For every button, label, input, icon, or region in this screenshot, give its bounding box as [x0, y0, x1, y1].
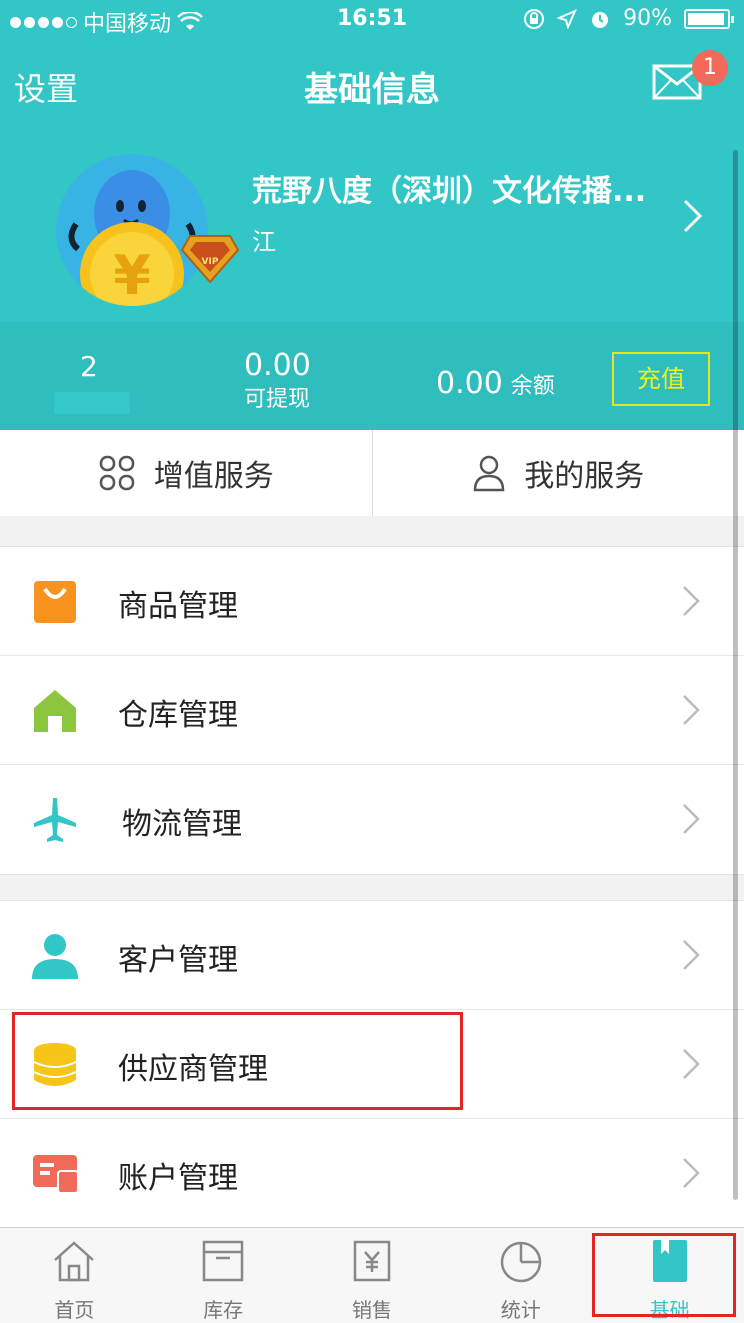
menu-group-2: 客户管理 供应商管理 账户管理	[0, 900, 744, 1229]
svg-text:VIP: VIP	[202, 257, 219, 267]
list-item-label: 供应商管理	[118, 1052, 268, 1087]
tab-label: 销售	[351, 1298, 392, 1322]
user-name: 江	[252, 228, 276, 256]
tab-label: 基础	[649, 1298, 690, 1322]
withdrawable-label: 可提现	[244, 387, 311, 412]
supplier-icon	[33, 1043, 77, 1086]
list-item-label: 账户管理	[118, 1161, 238, 1196]
menu-group-1: 商品管理 仓库管理 物流管理	[0, 546, 744, 875]
chevron-right-icon	[683, 804, 700, 834]
tab-bar: 首页 库存 销售 统计 基础	[0, 1227, 744, 1323]
balance-label: 余额	[510, 374, 555, 399]
chevron-right-icon	[683, 199, 703, 233]
vip-badge-icon: VIP	[180, 235, 240, 284]
list-item-label: 客户管理	[118, 943, 238, 978]
mail-badge: 1	[692, 50, 728, 86]
tab-label: 库存	[203, 1298, 244, 1322]
list-item-supplier[interactable]: 供应商管理	[0, 1010, 744, 1119]
tab-home[interactable]: 首页	[0, 1228, 149, 1323]
chevron-right-icon	[683, 1049, 700, 1079]
rotation-lock-icon	[524, 8, 545, 29]
customer-icon	[32, 934, 78, 979]
count-tag	[54, 392, 130, 414]
tab-inventory[interactable]: 库存	[149, 1228, 298, 1323]
my-service-label: 我的服务	[524, 459, 645, 494]
status-bar: 中国移动 16:51 90%	[0, 0, 744, 40]
tab-sales[interactable]: 销售	[298, 1228, 447, 1323]
user-icon	[473, 455, 505, 492]
account-icon	[33, 1155, 79, 1194]
page-title: 基础信息	[304, 70, 440, 110]
chevron-right-icon	[683, 695, 700, 725]
airplane-icon	[34, 798, 76, 842]
balance-value: 0.00	[436, 366, 503, 401]
statistics-icon	[500, 1241, 542, 1283]
battery-percent: 90%	[623, 6, 672, 31]
sales-icon	[353, 1240, 391, 1282]
services-bar: 增值服务 我的服务	[0, 430, 744, 516]
battery-icon	[684, 8, 734, 29]
settings-button[interactable]: 设置	[14, 64, 78, 110]
tab-basic[interactable]: 基础	[595, 1228, 744, 1323]
shopping-bag-icon	[34, 581, 76, 623]
inventory-icon	[202, 1240, 244, 1282]
location-icon	[557, 8, 578, 29]
list-item-label: 物流管理	[122, 807, 242, 842]
list-item-logistics[interactable]: 物流管理	[0, 765, 744, 874]
status-right: 90%	[523, 6, 734, 31]
list-item-product[interactable]: 商品管理	[0, 547, 744, 656]
company-name: 荒野八度（深圳）文化传播...	[252, 174, 647, 209]
tab-label: 统计	[500, 1298, 541, 1322]
stats-bar: 2 0.00 可提现 0.00 余额 充值	[0, 322, 744, 430]
list-item-label: 仓库管理	[118, 698, 238, 733]
value-added-service-button[interactable]: 增值服务	[0, 430, 372, 516]
grid-icon	[99, 455, 134, 491]
balance[interactable]: 0.00 余额	[436, 366, 555, 401]
tab-label: 首页	[54, 1298, 95, 1322]
basic-icon	[652, 1240, 687, 1282]
list-item-warehouse[interactable]: 仓库管理	[0, 656, 744, 765]
list-item-label: 商品管理	[118, 589, 238, 624]
alarm-icon	[592, 11, 609, 28]
chevron-right-icon	[683, 940, 700, 970]
home-icon	[54, 1241, 95, 1282]
svg-text:¥: ¥	[113, 244, 151, 306]
screen: 中国移动 16:51 90% 设置 基础信息 1 ¥ VIP 荒野八度（深圳）文…	[0, 0, 744, 1323]
list-item-account[interactable]: 账户管理	[0, 1119, 744, 1228]
profile-card[interactable]: ¥ VIP 荒野八度（深圳）文化传播... 江	[0, 128, 744, 322]
tab-statistics[interactable]: 统计	[446, 1228, 595, 1323]
withdrawable-value: 0.00	[244, 348, 311, 383]
chevron-right-icon	[683, 586, 700, 616]
my-service-button[interactable]: 我的服务	[373, 430, 744, 516]
recharge-button[interactable]: 充值	[612, 352, 710, 406]
list-item-customer[interactable]: 客户管理	[0, 901, 744, 1010]
count-value[interactable]: 2	[80, 350, 98, 383]
withdrawable[interactable]: 0.00 可提现	[244, 348, 311, 413]
value-added-service-label: 增值服务	[153, 459, 274, 494]
scrollbar[interactable]	[733, 150, 738, 1200]
nav-bar: 设置 基础信息 1	[0, 40, 744, 128]
warehouse-icon	[34, 690, 76, 732]
chevron-right-icon	[683, 1158, 700, 1188]
